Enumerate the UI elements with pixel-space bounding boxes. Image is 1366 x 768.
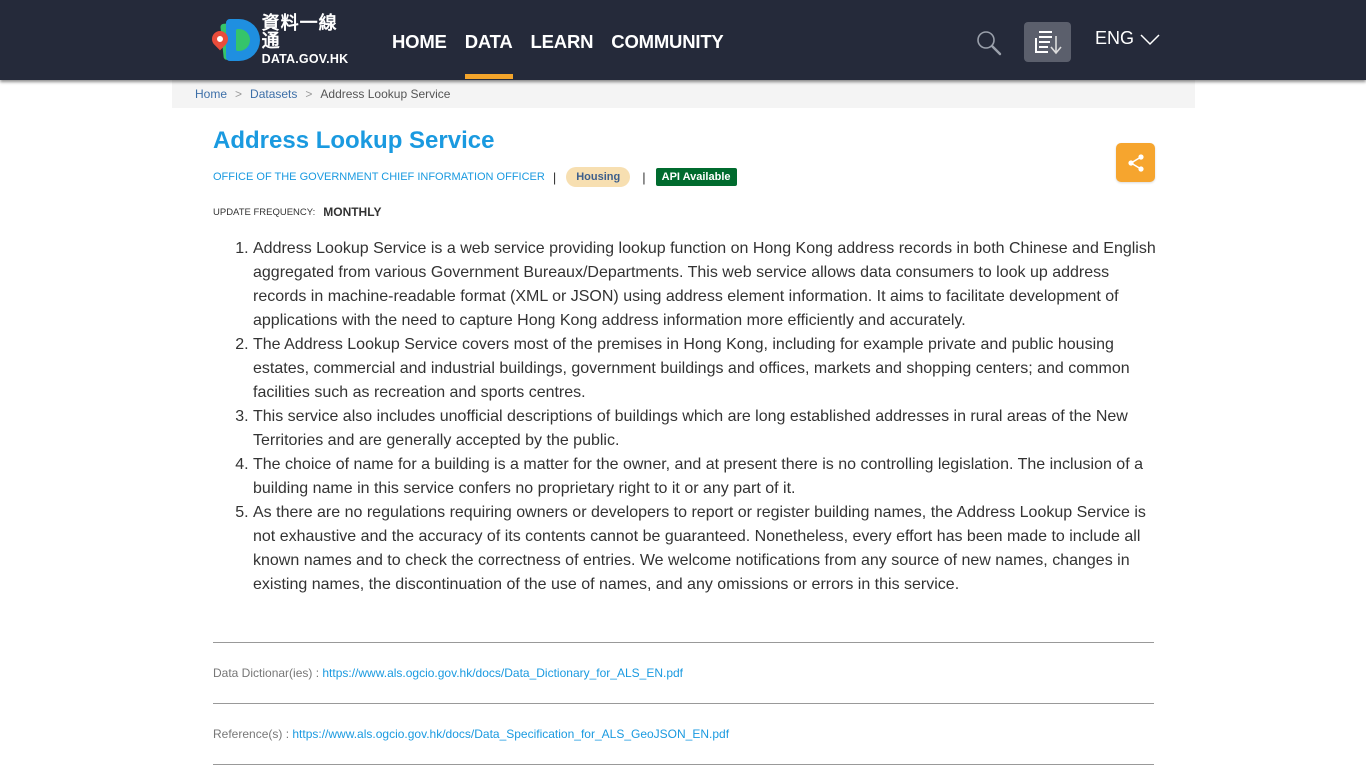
download-list-icon (1034, 31, 1062, 55)
logo-text-zh: 資料一線通 (261, 13, 338, 52)
description-item: As there are no regulations requiring ow… (253, 501, 1158, 597)
nav-learn[interactable]: LEARN (531, 0, 594, 80)
dataset-meta: OFFICE OF THE GOVERNMENT CHIEF INFORMATI… (213, 167, 737, 187)
description-item: The choice of name for a building is a m… (253, 453, 1158, 501)
share-icon (1127, 153, 1144, 172)
breadcrumb-home[interactable]: Home (195, 87, 227, 101)
main-nav: HOME DATA LEARN COMMUNITY (392, 0, 742, 80)
organization-link[interactable]: OFFICE OF THE GOVERNMENT CHIEF INFORMATI… (213, 171, 545, 183)
logo-icon (208, 17, 260, 63)
nav-data[interactable]: DATA (464, 0, 513, 80)
nav-community[interactable]: COMMUNITY (611, 0, 723, 80)
divider-line (213, 642, 1154, 643)
breadcrumb-datasets[interactable]: Datasets (250, 87, 297, 101)
api-available-badge: API Available (655, 168, 737, 186)
breadcrumb-separator: > (305, 87, 313, 101)
reference-row: Reference(s) : https://www.als.ogcio.gov… (213, 727, 729, 741)
search-icon (977, 31, 1002, 56)
breadcrumb: Home > Datasets > Address Lookup Service (172, 80, 1195, 108)
reference-label: Reference(s) : (213, 727, 293, 741)
language-label: ENG (1095, 28, 1135, 48)
search-button[interactable] (974, 28, 1004, 58)
update-frequency-label: UPDATE FREQUENCY: (213, 206, 316, 218)
divider-line (213, 703, 1154, 704)
description-item: Address Lookup Service is a web service … (253, 237, 1158, 333)
language-selector[interactable]: ENG (1095, 28, 1160, 49)
divider: | (552, 169, 557, 185)
data-dictionary-link[interactable]: https://www.als.ogcio.gov.hk/docs/Data_D… (322, 666, 683, 680)
breadcrumb-current: Address Lookup Service (320, 87, 451, 101)
divider: | (642, 169, 646, 185)
logo-text-en: DATA.GOV.HK (261, 52, 349, 67)
site-logo[interactable]: 資料一線通 DATA.GOV.HK (208, 13, 352, 67)
update-frequency: UPDATE FREQUENCY: MONTHLY (213, 205, 381, 219)
divider-line (213, 764, 1154, 765)
breadcrumb-separator: > (235, 87, 243, 101)
chevron-down-icon (1140, 33, 1160, 45)
reference-link[interactable]: https://www.als.ogcio.gov.hk/docs/Data_S… (292, 727, 729, 741)
download-list-button[interactable] (1024, 22, 1071, 62)
nav-home[interactable]: HOME (392, 0, 447, 80)
update-frequency-value: MONTHLY (323, 205, 382, 219)
data-dictionary-label: Data Dictionar(ies) : (213, 666, 323, 680)
dataset-description: Address Lookup Service is a web service … (253, 237, 1158, 597)
page-title: Address Lookup Service (213, 127, 495, 154)
description-item: This service also includes unofficial de… (253, 405, 1158, 453)
share-button[interactable] (1116, 143, 1155, 182)
description-item: The Address Lookup Service covers most o… (253, 333, 1158, 405)
category-badge[interactable]: Housing (566, 167, 631, 187)
site-header: 資料一線通 DATA.GOV.HK HOME DATA LEARN COMMUN… (0, 0, 1366, 80)
data-dictionary-row: Data Dictionar(ies) : https://www.als.og… (213, 666, 683, 680)
